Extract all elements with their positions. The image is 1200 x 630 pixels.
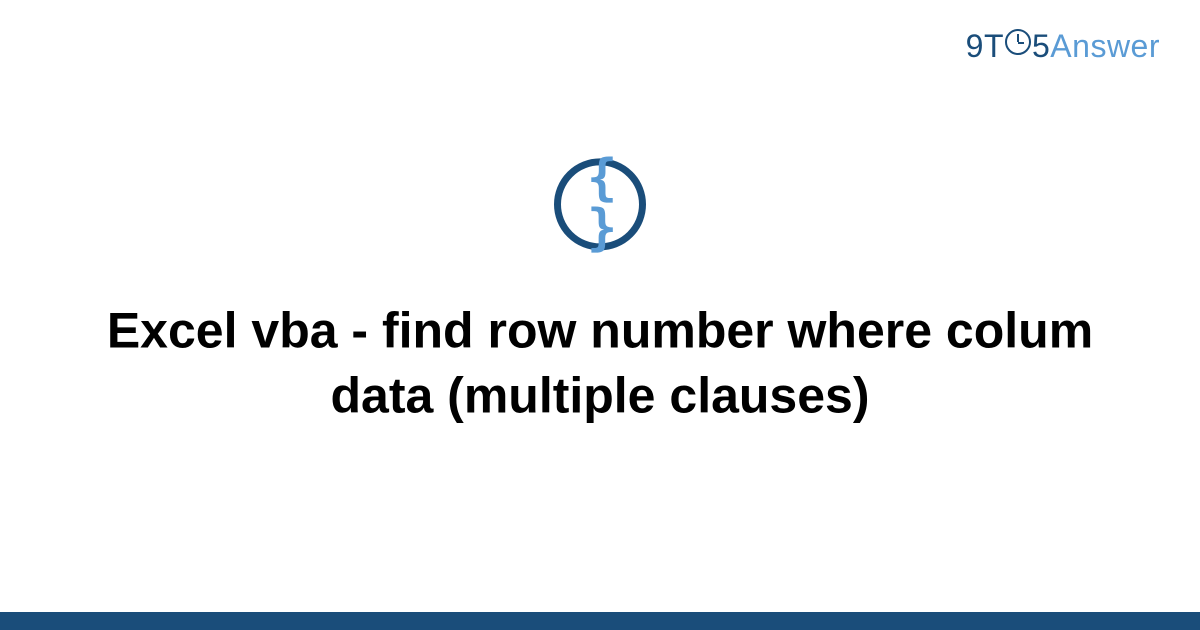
logo-text-9t: 9T: [966, 28, 1004, 65]
footer-bar: [0, 612, 1200, 630]
category-icon-circle: { }: [554, 158, 646, 250]
site-logo: 9T 5 Answer: [966, 28, 1160, 65]
logo-text-answer: Answer: [1050, 28, 1160, 65]
logo-text-5: 5: [1032, 28, 1050, 65]
clock-icon: [1005, 29, 1031, 55]
main-content: { } Excel vba - find row number where co…: [0, 158, 1200, 428]
question-title: Excel vba - find row number where colum …: [0, 298, 1200, 428]
code-braces-icon: { }: [561, 152, 639, 252]
